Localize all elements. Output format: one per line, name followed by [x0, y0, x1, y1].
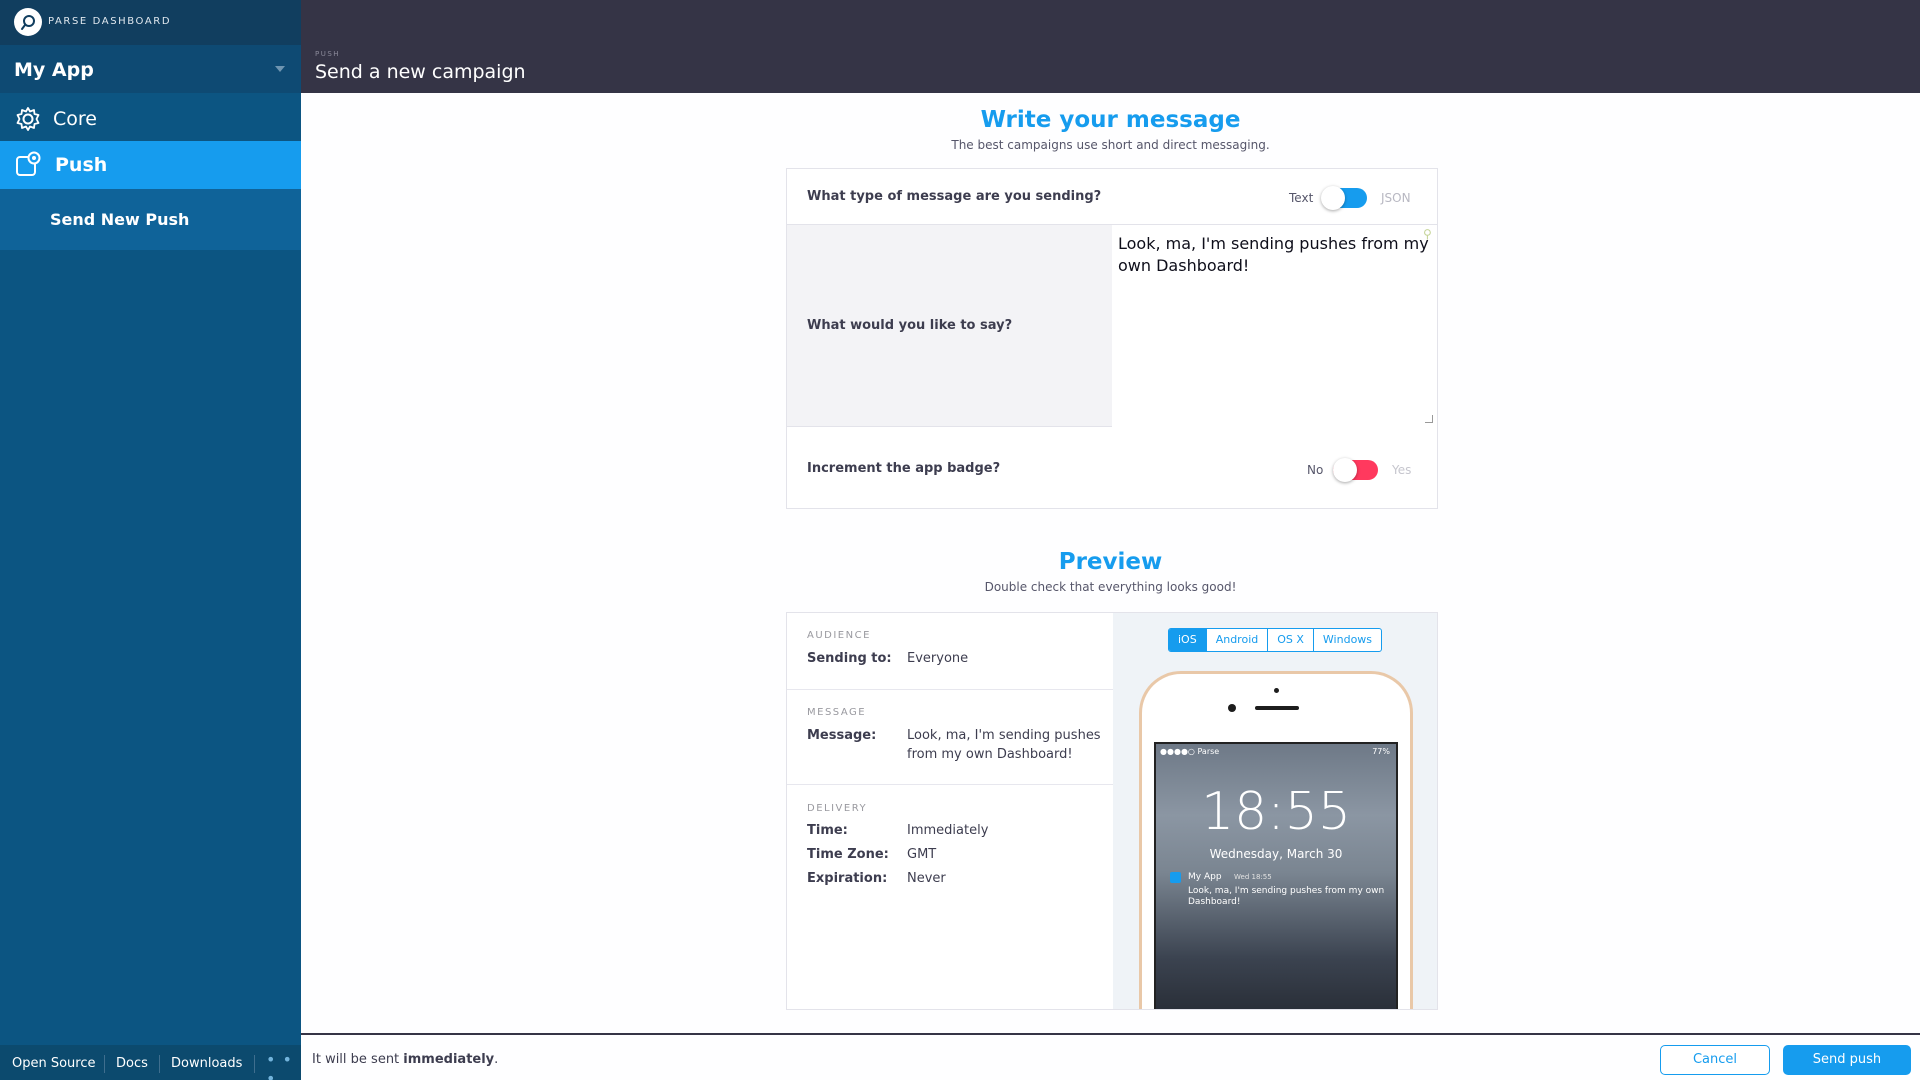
sending-to-value: Everyone — [907, 651, 969, 666]
status-battery: 77% — [1372, 747, 1390, 756]
toggle-json-label: JSON — [1381, 191, 1411, 205]
write-message-title: Write your message — [980, 107, 1241, 133]
message-value: Look, ma, I'm sending pushes from my own… — [907, 728, 1101, 762]
sidebar-footer: Open Source Docs Downloads • • • — [0, 1045, 301, 1080]
timezone-value: GMT — [907, 847, 937, 862]
toggle-no-label: No — [1307, 463, 1324, 477]
status-carrier: ●●●●○ Parse — [1160, 747, 1220, 756]
tab-ios[interactable]: iOS — [1169, 629, 1207, 651]
bottom-bar: It will be sent immediately. Cancel Send… — [301, 1033, 1920, 1080]
subnav-item-send-new-push[interactable]: Send New Push — [50, 210, 189, 229]
audience-heading: AUDIENCE — [807, 630, 871, 641]
send-note: It will be sent immediately. — [312, 1052, 498, 1067]
gear-icon — [16, 107, 40, 131]
preview-card: AUDIENCE Sending to: Everyone MESSAGE Me… — [786, 612, 1438, 1010]
message-content-row: What would you like to say? Look, ma, I'… — [787, 224, 1437, 427]
badge-toggle[interactable] — [1333, 458, 1378, 482]
phone-camera — [1228, 704, 1236, 712]
brand-title: PARSE DASHBOARD — [48, 16, 172, 27]
toggle-yes-label: Yes — [1392, 463, 1412, 477]
caret-down-icon — [275, 66, 285, 72]
toggle-text-label: Text — [1289, 191, 1314, 205]
delivery-heading: DELIVERY — [807, 803, 868, 814]
time-key: Time: — [807, 823, 848, 838]
parse-logo-icon[interactable] — [14, 8, 42, 36]
message-type-label: What type of message are you sending? — [807, 189, 1102, 204]
notification-app: My App — [1188, 872, 1222, 882]
footer-divider — [159, 1055, 160, 1073]
tab-osx[interactable]: OS X — [1268, 629, 1314, 651]
app-name: My App — [14, 59, 94, 81]
device-preview: iOS Android OS X Windows ●●●●○ Parse 77%… — [1113, 613, 1437, 1009]
breadcrumb: PUSH — [315, 50, 341, 58]
sidebar-item-core[interactable]: Core — [0, 95, 301, 143]
send-note-prefix: It will be sent — [312, 1052, 404, 1067]
sidebar-header: PARSE DASHBOARD — [0, 0, 301, 45]
message-card: What type of message are you sending? Te… — [786, 168, 1438, 509]
cancel-button[interactable]: Cancel — [1660, 1045, 1770, 1075]
footer-link-docs[interactable]: Docs — [116, 1056, 148, 1071]
subnav: Send New Push — [0, 189, 301, 250]
notification-time: Wed 18:55 — [1234, 873, 1272, 881]
toggle-knob — [1321, 186, 1345, 210]
footer-link-downloads[interactable]: Downloads — [171, 1056, 242, 1071]
sending-to-key: Sending to: — [807, 651, 892, 666]
lock-time: 18:55 — [1201, 782, 1351, 842]
tab-android[interactable]: Android — [1207, 629, 1269, 651]
message-textarea[interactable]: Look, ma, I'm sending pushes from my own… — [1112, 225, 1437, 427]
write-message-subtitle: The best campaigns use short and direct … — [951, 138, 1270, 152]
app-selector[interactable]: My App — [0, 45, 301, 93]
sidebar-item-label: Push — [55, 154, 108, 176]
message-key: Message: — [807, 728, 877, 743]
notification-body: Look, ma, I'm sending pushes from my own… — [1188, 886, 1385, 907]
app-icon — [1170, 872, 1181, 883]
audience-section: AUDIENCE Sending to: Everyone — [787, 613, 1113, 690]
toggle-knob — [1333, 458, 1357, 482]
sidebar-item-push[interactable]: Push — [0, 141, 301, 189]
key-icon: ⚲ — [1423, 227, 1432, 241]
message-heading: MESSAGE — [807, 707, 867, 718]
message-type-toggle[interactable] — [1321, 186, 1367, 210]
sidebar: PARSE DASHBOARD My App Core Push Send Ne… — [0, 0, 301, 1080]
preview-subtitle: Double check that everything looks good! — [984, 580, 1237, 594]
page-title: Send a new campaign — [315, 61, 526, 83]
preview-summary: AUDIENCE Sending to: Everyone MESSAGE Me… — [787, 613, 1113, 1009]
phone-mockup: ●●●●○ Parse 77% 18:55 Wednesday, March 3… — [1139, 671, 1413, 1009]
more-icon[interactable]: • • • — [266, 1050, 301, 1080]
phone-speaker — [1255, 706, 1299, 710]
expiration-key: Expiration: — [807, 871, 888, 886]
footer-link-open-source[interactable]: Open Source — [12, 1056, 96, 1071]
message-content-label: What would you like to say? — [807, 318, 1013, 333]
platform-tabs: iOS Android OS X Windows — [1168, 628, 1383, 652]
sidebar-item-label: Core — [53, 108, 97, 130]
badge-label: Increment the app badge? — [807, 461, 1001, 476]
footer-divider — [254, 1055, 255, 1073]
delivery-section: DELIVERY Time: Immediately Time Zone: GM… — [787, 785, 1113, 1009]
phone-screen: ●●●●○ Parse 77% 18:55 Wednesday, March 3… — [1154, 742, 1398, 1009]
tab-windows[interactable]: Windows — [1314, 629, 1381, 651]
phone-sensor — [1274, 688, 1279, 693]
send-note-emphasis: immediately — [403, 1052, 495, 1067]
push-icon — [16, 151, 41, 176]
resize-handle-icon[interactable] — [1425, 415, 1433, 423]
main-content: Write your message The best campaigns us… — [301, 93, 1920, 1033]
footer-divider — [104, 1055, 105, 1073]
message-section: MESSAGE Message: Look, ma, I'm sending p… — [787, 690, 1113, 785]
lock-date: Wednesday, March 30 — [1209, 847, 1343, 861]
top-header: PUSH Send a new campaign — [301, 0, 1920, 93]
expiration-value: Never — [907, 871, 946, 886]
send-note-suffix: . — [494, 1052, 499, 1067]
preview-title: Preview — [1058, 549, 1163, 575]
send-push-button[interactable]: Send push — [1783, 1045, 1911, 1075]
timezone-key: Time Zone: — [807, 847, 889, 862]
time-value: Immediately — [907, 823, 989, 838]
